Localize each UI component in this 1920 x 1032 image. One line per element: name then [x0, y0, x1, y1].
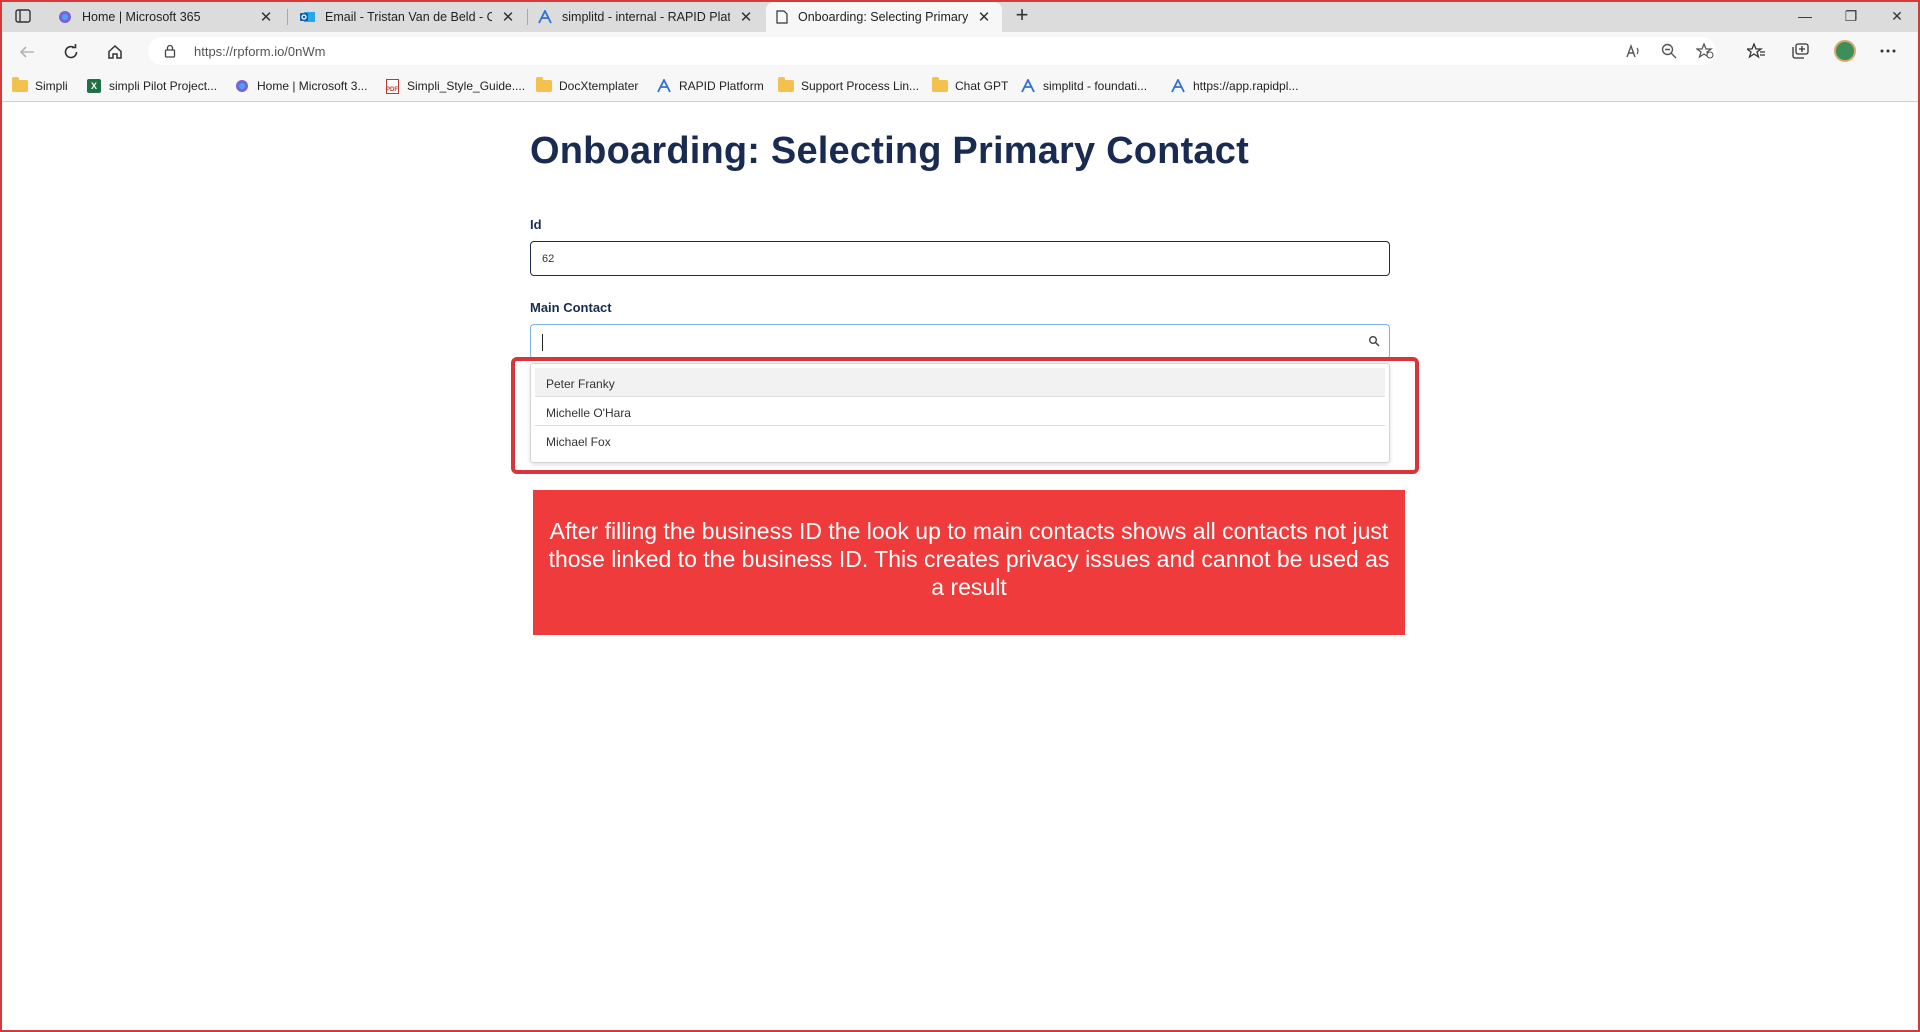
restore-button[interactable]: ❐ [1828, 4, 1874, 28]
highlight-annotation-box [511, 357, 1419, 474]
id-label: Id [530, 217, 542, 232]
bookmark-item[interactable]: Xsimpli Pilot Project... [86, 76, 217, 96]
zoom-button[interactable] [1659, 41, 1679, 61]
tab-onboarding[interactable]: Onboarding: Selecting Primary Contact ✕ [766, 2, 1002, 32]
bookmark-item[interactable]: Home | Microsoft 3... [234, 76, 367, 96]
id-value: 62 [542, 253, 555, 265]
bookmark-label: Simpli_Style_Guide.... [407, 79, 526, 93]
tab-strip: Home | Microsoft 365 ✕ Email - Tristan V… [0, 0, 1920, 32]
bookmark-label: https://app.rapidpl... [1193, 79, 1299, 93]
tab-title: Onboarding: Selecting Primary Contact [798, 10, 968, 24]
outlook-icon [300, 12, 315, 22]
tab-title: Email - Tristan Van de Beld - Outlook [325, 10, 492, 24]
microsoft-365-icon [234, 79, 250, 93]
search-icon [1369, 336, 1380, 347]
tab-actions-button[interactable] [12, 7, 34, 25]
pdf-icon: PDF [384, 78, 400, 94]
bookmark-label: Home | Microsoft 3... [257, 79, 368, 93]
home-icon [108, 44, 122, 59]
bookmark-label: Simpli [35, 79, 68, 93]
rapid-icon [538, 10, 552, 24]
bookmark-label: DocXtemplater [559, 79, 639, 93]
tab-actions-icon [15, 9, 31, 23]
url-text: https://rpform.io/0nWm [194, 43, 326, 59]
close-icon[interactable]: ✕ [738, 8, 754, 26]
bookmark-item[interactable]: Support Process Lin... [778, 76, 919, 96]
minimize-button[interactable]: — [1782, 4, 1828, 28]
refresh-button[interactable] [58, 39, 84, 65]
address-bar[interactable]: https://rpform.io/0nWm [148, 37, 1716, 65]
more-menu-button[interactable] [1878, 41, 1898, 61]
tab-rapid-platform[interactable]: simplitd - internal - RAPID Platform ✕ [528, 2, 764, 32]
rapid-icon [1170, 79, 1186, 93]
excel-icon: X [86, 79, 102, 93]
refresh-icon [64, 44, 78, 59]
collections-button[interactable] [1790, 41, 1810, 61]
rapid-icon [656, 79, 672, 93]
zoom-out-icon [1661, 43, 1677, 59]
annotation-callout: After filling the business ID the look u… [533, 490, 1405, 635]
rapid-icon [1020, 79, 1036, 93]
new-tab-button[interactable]: + [1010, 4, 1034, 28]
tab-title: Home | Microsoft 365 [82, 10, 201, 24]
main-contact-search-input[interactable] [530, 324, 1390, 359]
close-icon[interactable]: ✕ [500, 8, 516, 26]
bookmark-item[interactable]: simplitd - foundati... [1020, 76, 1147, 96]
bookmark-label: Chat GPT [955, 79, 1009, 93]
favorites-button[interactable] [1746, 41, 1766, 61]
tab-microsoft-365[interactable]: Home | Microsoft 365 ✕ [48, 2, 284, 32]
star-add-icon [1696, 43, 1714, 59]
bookmark-item[interactable]: PDF Simpli_Style_Guide.... [384, 76, 525, 96]
favorites-icon [1747, 43, 1765, 59]
folder-icon [12, 77, 28, 93]
collections-icon [1792, 43, 1809, 59]
tab-title: simplitd - internal - RAPID Platform [562, 10, 730, 24]
close-icon[interactable]: ✕ [976, 8, 992, 26]
folder-icon [536, 77, 552, 93]
folder-icon [932, 77, 948, 93]
home-button[interactable] [102, 39, 128, 65]
bookmark-item[interactable]: Simpli [12, 76, 68, 96]
page-icon [776, 10, 788, 24]
bookmark-label: Support Process Lin... [801, 79, 920, 93]
id-field[interactable]: 62 [530, 241, 1390, 276]
add-favorite-button[interactable] [1695, 41, 1715, 61]
bookmark-item[interactable]: Chat GPT [932, 76, 1008, 96]
close-icon[interactable]: ✕ [258, 8, 274, 26]
tab-separator [287, 9, 288, 25]
back-button[interactable] [14, 39, 40, 65]
bookmark-label: RAPID Platform [679, 79, 764, 93]
bookmark-label: simplitd - foundati... [1043, 79, 1148, 93]
more-dots-icon [1880, 49, 1896, 53]
bookmark-item[interactable]: https://app.rapidpl... [1170, 76, 1298, 96]
close-window-button[interactable]: ✕ [1874, 4, 1920, 28]
profile-avatar[interactable] [1834, 40, 1856, 62]
bookmarks-bar: Simpli Xsimpli Pilot Project... Home | M… [0, 70, 1920, 102]
lock-icon [164, 44, 176, 58]
browser-toolbar: https://rpform.io/0nWm [0, 32, 1920, 70]
bookmark-item[interactable]: RAPID Platform [656, 76, 764, 96]
main-contact-label: Main Contact [530, 300, 612, 315]
back-arrow-icon [19, 46, 34, 58]
page-title: Onboarding: Selecting Primary Contact [530, 130, 1249, 172]
microsoft-365-icon [59, 11, 71, 23]
tab-outlook[interactable]: Email - Tristan Van de Beld - Outlook ✕ [290, 2, 526, 32]
text-caret [542, 334, 543, 351]
read-aloud-button[interactable] [1624, 41, 1644, 61]
page-content: Onboarding: Selecting Primary Contact Id… [0, 103, 1920, 1030]
bookmark-label: simpli Pilot Project... [109, 79, 218, 93]
read-aloud-icon [1626, 44, 1639, 58]
folder-icon [778, 77, 794, 93]
bookmark-item[interactable]: DocXtemplater [536, 76, 638, 96]
